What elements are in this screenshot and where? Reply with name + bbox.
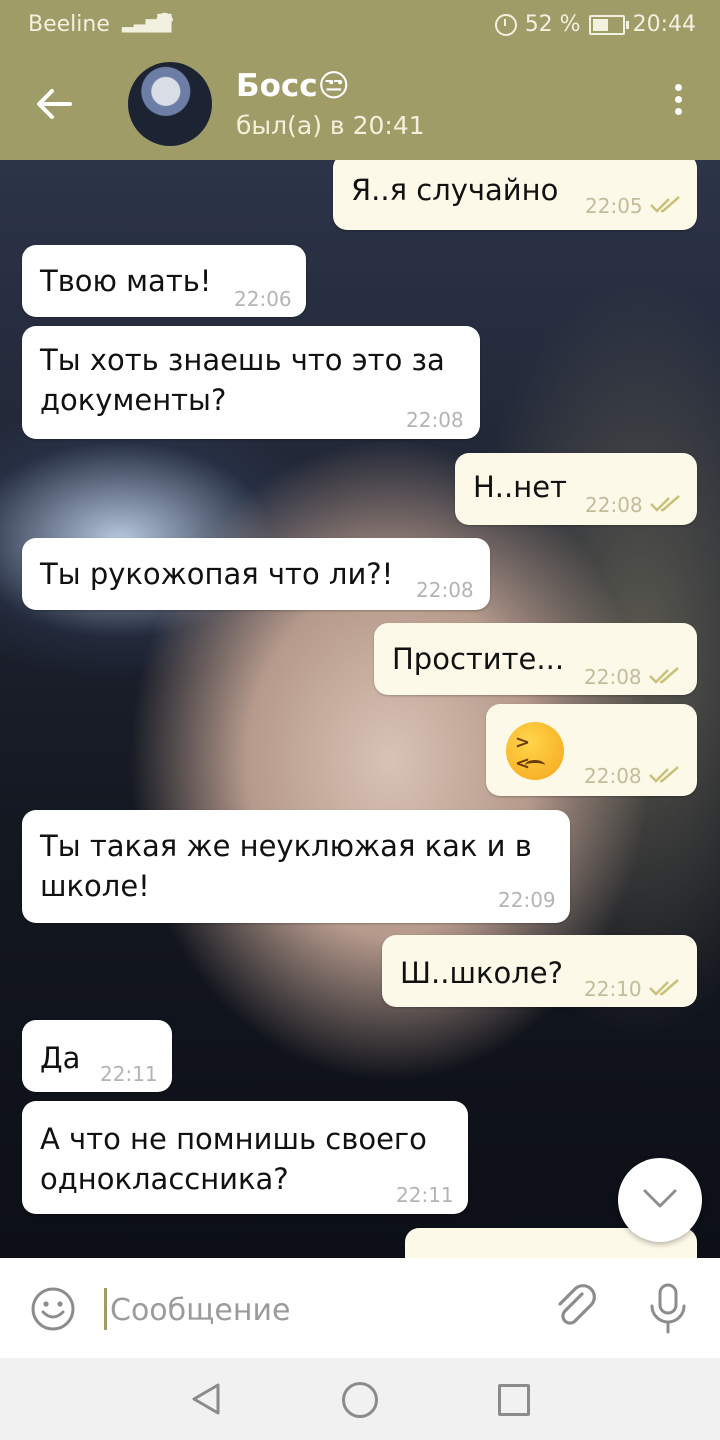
message-bubble-outgoing[interactable]: Я..я случайно 22:05 [333, 160, 697, 230]
message-bubble-outgoing[interactable]: Простите... 22:08 [374, 623, 697, 695]
avatar[interactable] [128, 62, 212, 146]
message-text: Ты хоть знаешь что это за документы? [40, 343, 445, 417]
message-text: Простите... [392, 642, 565, 676]
message-input-bar [0, 1258, 720, 1358]
message-input[interactable] [108, 1284, 532, 1336]
message-bubble-outgoing[interactable]: Ш..школе? 22:10 [382, 935, 697, 1007]
message-text: Ш..школе? [400, 956, 564, 990]
back-button[interactable] [24, 74, 88, 134]
message-text: А что не помнишь своего одноклассника? [40, 1122, 427, 1196]
double-check-icon [649, 667, 679, 684]
message-bubble-incoming[interactable]: А что не помнишь своего одноклассника? 2… [22, 1101, 468, 1214]
chevron-down-icon [643, 1189, 677, 1208]
contact-name[interactable]: Босс😒 [236, 68, 350, 104]
nav-recent-icon[interactable] [498, 1384, 530, 1416]
message-text: Твою мать! [40, 264, 212, 298]
nav-back-icon[interactable] [190, 1382, 222, 1416]
message-text: Ты такая же неуклюжая как и в школе! [40, 829, 532, 903]
back-arrow-icon [37, 89, 72, 119]
message-text: Н..нет [473, 470, 567, 504]
battery-icon [588, 14, 629, 35]
message-time: 22:08 [584, 764, 642, 788]
smile-icon[interactable] [30, 1286, 76, 1332]
alarm-icon [494, 13, 517, 36]
scroll-down-button[interactable] [618, 1158, 702, 1242]
message-bubble-incoming[interactable]: Твою мать! 22:06 [22, 245, 306, 317]
double-check-icon [650, 196, 680, 213]
message-bubble-outgoing[interactable]: 22:08 [486, 704, 697, 796]
wifi-icon: ◠ [155, 8, 175, 33]
message-time: 22:08 [585, 493, 643, 517]
persevering-face-emoji [506, 722, 564, 780]
message-text: Ты рукожопая что ли?! [40, 557, 394, 591]
chat-area[interactable]: Я..я случайно 22:05 Твою мать! 22:06 Ты … [0, 160, 720, 1258]
message-bubble-incoming[interactable]: Да 22:11 [22, 1020, 172, 1092]
system-nav-bar [0, 1358, 720, 1440]
message-time: 22:08 [406, 408, 464, 432]
message-time: 22:08 [416, 578, 474, 602]
mic-icon[interactable] [644, 1282, 692, 1334]
message-time: 22:08 [584, 665, 642, 689]
double-check-icon [649, 979, 679, 996]
double-check-icon [650, 495, 680, 512]
text-cursor [104, 1288, 107, 1330]
nav-home-icon[interactable] [342, 1382, 378, 1418]
status-right: 52 % 20:44 [494, 12, 696, 37]
message-time: 22:11 [100, 1062, 158, 1086]
message-time: 22:11 [396, 1183, 454, 1207]
message-bubble-incoming[interactable]: Ты хоть знаешь что это за документы? 22:… [22, 326, 480, 439]
message-time: 22:10 [584, 977, 642, 1001]
message-bubble-incoming[interactable]: Ты такая же неуклюжая как и в школе! 22:… [22, 810, 570, 923]
battery-percent: 52 % [524, 12, 581, 37]
paperclip-icon[interactable] [552, 1284, 600, 1332]
message-bubble-incoming[interactable]: Ты рукожопая что ли?! 22:08 [22, 538, 490, 610]
message-time: 22:05 [585, 194, 643, 218]
message-bubble-outgoing[interactable]: Н..нет 22:08 [455, 453, 697, 525]
more-vert-icon[interactable] [666, 84, 690, 124]
last-seen-status: был(а) в 20:41 [236, 111, 425, 140]
message-time: 22:09 [498, 888, 556, 912]
chat-header: Босс😒 был(а) в 20:41 [0, 48, 720, 160]
message-time: 22:06 [234, 287, 292, 311]
double-check-icon [649, 766, 679, 783]
clock: 20:44 [632, 12, 696, 37]
status-bar: Beeline ▂▃▅▇ ◠ 52 % 20:44 [0, 0, 720, 48]
message-text: Я..я случайно [351, 173, 559, 207]
message-text: Да [40, 1041, 81, 1075]
carrier-name: Beeline [28, 12, 110, 37]
